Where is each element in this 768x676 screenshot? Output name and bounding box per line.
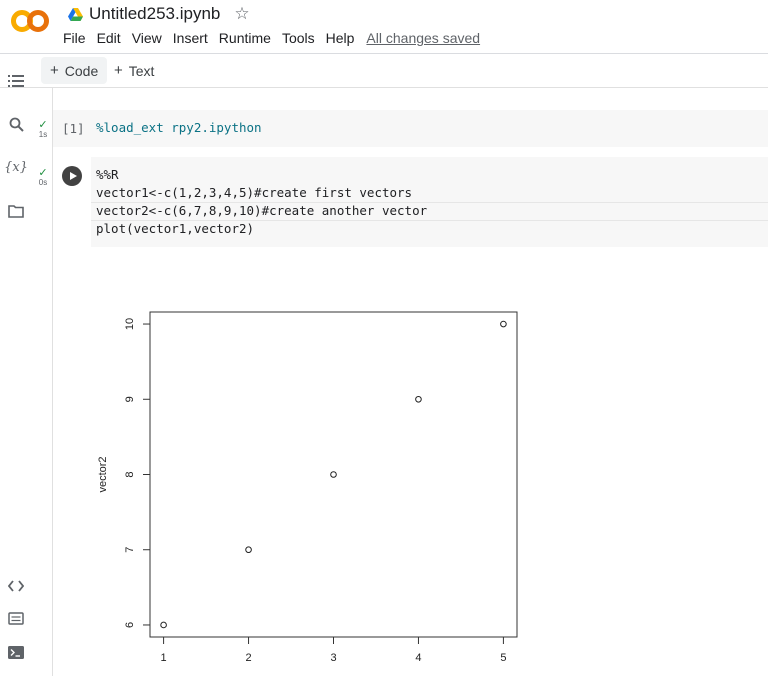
notebook-title[interactable]: Untitled253.ipynb <box>89 4 220 24</box>
data-point <box>245 546 252 554</box>
cell2-exec-time: 0s <box>38 178 48 187</box>
google-drive-icon[interactable] <box>68 7 83 21</box>
y-tick-label: 9 <box>124 396 136 402</box>
scatter-plot: 1 2 3 4 5 6 7 8 9 10 vector2 <box>97 311 518 664</box>
cell1-exec-status: ✓ 1s <box>36 119 50 140</box>
cell2-gutter <box>53 157 91 247</box>
cell1-code[interactable]: %load_ext rpy2.ipython <box>96 119 262 137</box>
plus-icon: + <box>114 62 123 79</box>
terminal-icon[interactable] <box>7 643 25 661</box>
active-line-highlight <box>91 202 768 221</box>
colab-logo-icon[interactable] <box>11 9 49 33</box>
plot-frame <box>149 311 518 638</box>
cell1-prompt: [1] <box>62 121 85 136</box>
plot-output: 1 2 3 4 5 6 7 8 9 10 vector2 <box>90 290 540 676</box>
menu-bar: File Edit View Insert Runtime Tools Help… <box>63 29 491 47</box>
left-sidebar: {x} <box>0 55 31 676</box>
menu-file[interactable]: File <box>63 29 86 47</box>
add-code-label: Code <box>64 62 99 79</box>
code-cell-2[interactable]: %%R vector1<-c(1,2,3,4,5)#create first v… <box>53 157 768 247</box>
search-icon[interactable] <box>7 115 25 133</box>
menu-runtime[interactable]: Runtime <box>219 29 271 47</box>
save-status-link[interactable]: All changes saved <box>366 29 480 47</box>
data-point <box>415 395 422 403</box>
menu-insert[interactable]: Insert <box>173 29 208 47</box>
data-point <box>330 471 337 478</box>
run-cell-button[interactable] <box>62 166 82 186</box>
y-axis-label: vector2 <box>97 456 109 492</box>
plus-icon: + <box>50 62 59 79</box>
x-tick-label: 4 <box>415 652 421 664</box>
variables-icon[interactable]: {x} <box>4 158 28 176</box>
code-line-1: %%R <box>96 167 119 182</box>
code-cell-1[interactable]: [1] %load_ext rpy2.ipython <box>53 110 768 147</box>
data-point <box>500 320 507 328</box>
app-header: Untitled253.ipynb ☆ File Edit View Inser… <box>0 0 768 54</box>
title-row: Untitled253.ipynb ☆ <box>68 4 250 24</box>
x-tick-label: 1 <box>161 652 167 664</box>
add-text-cell-button[interactable]: + Text <box>105 57 163 84</box>
check-icon: ✓ <box>38 167 48 179</box>
cell1-exec-time: 1s <box>38 130 48 139</box>
table-of-contents-icon[interactable] <box>7 72 25 90</box>
x-tick-label: 3 <box>330 652 336 664</box>
add-code-cell-button[interactable]: + Code <box>41 57 108 84</box>
add-text-label: Text <box>128 62 155 79</box>
code-line-2: vector1<-c(1,2,3,4,5)#create first vecto… <box>96 185 413 200</box>
files-icon[interactable] <box>7 202 25 220</box>
cell-toolbar: + Code + Text <box>0 54 768 88</box>
check-icon: ✓ <box>38 119 48 131</box>
menu-view[interactable]: View <box>132 29 162 47</box>
code-snippets-icon[interactable] <box>7 577 25 595</box>
y-tick-label: 8 <box>124 471 136 477</box>
x-tick-label: 5 <box>500 652 506 664</box>
data-point <box>160 621 167 629</box>
y-tick-label: 7 <box>124 547 136 553</box>
command-palette-icon[interactable] <box>7 609 25 627</box>
cell2-exec-status: ✓ 0s <box>36 167 50 188</box>
star-icon[interactable]: ☆ <box>234 4 249 24</box>
y-tick-label: 6 <box>124 622 136 628</box>
menu-help[interactable]: Help <box>326 29 355 47</box>
y-tick-label: 10 <box>124 318 136 330</box>
menu-edit[interactable]: Edit <box>97 29 121 47</box>
code-line-4: plot(vector1,vector2) <box>96 221 255 236</box>
x-tick-label: 2 <box>245 652 251 664</box>
menu-tools[interactable]: Tools <box>282 29 315 47</box>
